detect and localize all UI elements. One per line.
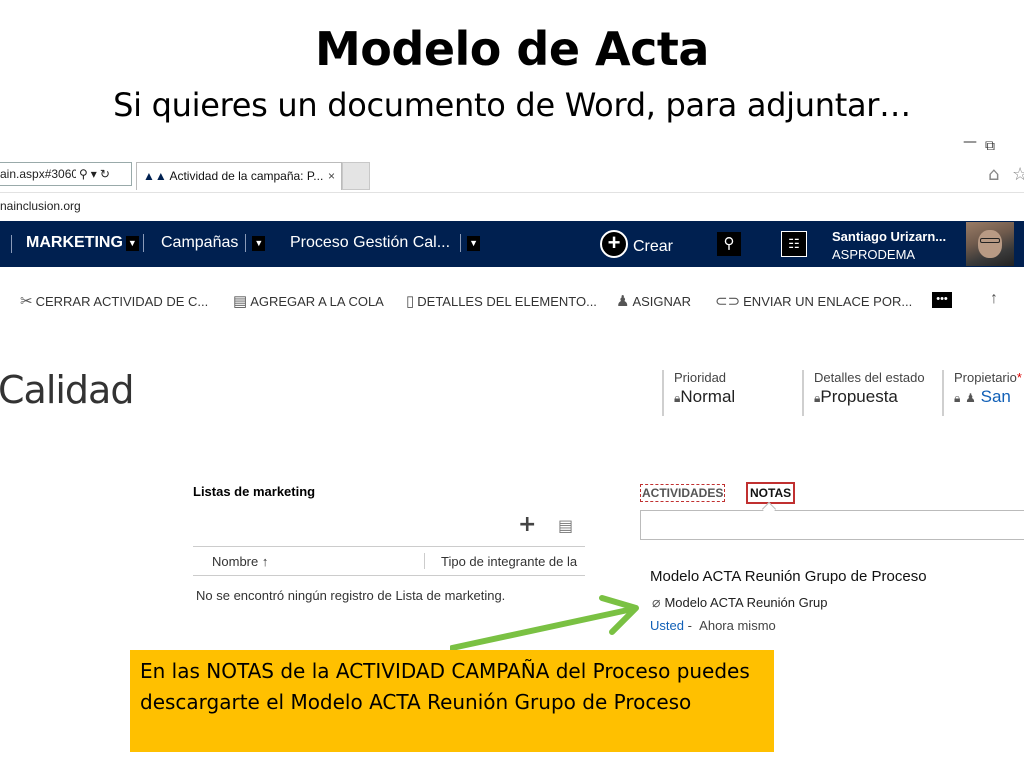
note-input[interactable] (640, 510, 1024, 540)
url-text: ain.aspx#30600 (0, 167, 76, 181)
slide-title: Modelo de Acta (315, 22, 709, 76)
nav-marketing-label: MARKETING (26, 234, 123, 252)
cmd-label: AGREGAR A LA COLA (250, 294, 384, 309)
note-title: Modelo ACTA Reunión Grupo de Proceso (650, 568, 927, 585)
avatar-glasses (980, 238, 1000, 243)
nav-campanas-label: Campañas (161, 234, 239, 252)
arrow-up-icon[interactable]: ↑ (990, 290, 998, 308)
field-label: Propietario (954, 370, 1017, 385)
column-tipo-integrante[interactable]: Tipo de integrante de la (441, 554, 585, 569)
field-label: Prioridad (674, 370, 727, 385)
cmd-label: ASIGNAR (632, 294, 691, 309)
nav-divider (245, 234, 247, 252)
header-field-detalles-estado[interactable]: Detalles del estado 🔒︎Propuesta (802, 370, 925, 416)
favorites-bar: nainclusion.org (0, 192, 1024, 220)
required-mark: * (1016, 370, 1022, 385)
nav-campanas[interactable]: Campañas ▼ (161, 234, 266, 252)
search-icon[interactable]: ⚲ (79, 167, 88, 181)
user-organization: ASPRODEMA (832, 247, 916, 262)
header-field-prioridad[interactable]: Prioridad 🔒︎Normal (662, 370, 735, 416)
chevron-down-icon[interactable]: ▾ (91, 167, 97, 181)
crear-button[interactable]: Crear (633, 238, 673, 256)
attachment-name[interactable]: Modelo ACTA Reunión Grup (664, 595, 827, 610)
favorites-text[interactable]: nainclusion.org (0, 199, 81, 213)
nav-proceso-label: Proceso Gestión Cal... (290, 234, 451, 252)
nav-divider (142, 234, 144, 252)
dynamics-logo-icon: ▲▲ (143, 169, 167, 183)
callout-note: En las NOTAS de la ACTIVIDAD CAMPAÑA del… (130, 650, 774, 752)
chevron-down-icon[interactable]: ▼ (467, 235, 481, 251)
cmd-label: ENVIAR UN ENLACE POR... (743, 294, 913, 309)
search-icon[interactable]: ⚲ (717, 232, 741, 256)
record-title: Calidad (0, 368, 134, 412)
user-icon: ♟ (965, 391, 976, 405)
cmd-detalles-elemento[interactable]: ▯ DETALLES DEL ELEMENTO... (406, 292, 597, 310)
nav-proceso[interactable]: Proceso Gestión Cal... ▼ (290, 234, 481, 252)
avatar-face (978, 230, 1002, 258)
cmd-asignar[interactable]: ♟ ASIGNAR (616, 292, 691, 310)
document-icon: ▯ (406, 293, 415, 310)
address-bar[interactable]: ain.aspx#30600⚲▾↻ (0, 162, 132, 186)
cmd-agregar-cola[interactable]: ▤ AGREGAR A LA COLA (233, 292, 384, 310)
note-time: Ahora mismo (699, 618, 776, 633)
tab-notas[interactable]: NOTAS (746, 482, 796, 504)
add-icon[interactable]: + (518, 512, 536, 537)
chevron-down-icon[interactable]: ▼ (252, 235, 266, 251)
avatar[interactable] (966, 222, 1014, 266)
meta-separator: - (687, 618, 692, 633)
column-divider[interactable] (424, 553, 425, 569)
field-value: Propuesta (820, 387, 898, 406)
nav-divider (11, 235, 12, 253)
window-controls: — ⧉ (960, 134, 1000, 154)
field-value: Normal (680, 387, 736, 406)
link-icon: ⊂⊃ (715, 293, 741, 310)
tab-title: Actividad de la campaña: P... (169, 169, 324, 183)
browser-bar: ain.aspx#30600⚲▾↻ ▲▲ Actividad de la cam… (0, 160, 1024, 190)
cmd-label: CERRAR ACTIVIDAD DE C... (35, 294, 209, 309)
header-field-propietario[interactable]: Propietario* 🔒︎ ♟ San (942, 370, 1022, 416)
grid-view-icon[interactable]: ▤ (558, 516, 573, 535)
new-tab-button[interactable] (342, 162, 370, 190)
nav-divider (460, 234, 462, 252)
slide-subtitle: Si quieres un documento de Word, para ad… (113, 86, 911, 124)
cmd-enviar-enlace[interactable]: ⊂⊃ ENVIAR UN ENLACE POR... (715, 292, 912, 310)
chevron-down-icon[interactable]: ▼ (125, 235, 139, 251)
field-label: Detalles del estado (814, 370, 925, 385)
user-name[interactable]: Santiago Urizarn... (832, 229, 946, 244)
minimize-button[interactable]: — (960, 134, 980, 150)
close-tab-icon[interactable]: × (328, 169, 335, 183)
restore-button[interactable]: ⧉ (980, 138, 1000, 154)
star-icon[interactable]: ☆ (1012, 164, 1024, 185)
marketing-lists-title: Listas de marketing (193, 484, 316, 499)
cmd-label: DETALLES DEL ELEMENTO... (417, 294, 597, 309)
nav-marketing[interactable]: MARKETING ▼ (26, 234, 144, 252)
field-value[interactable]: San (981, 387, 1011, 406)
browser-tab[interactable]: ▲▲ Actividad de la campaña: P... × (136, 162, 342, 190)
note-meta: Usted - Ahora mismo (650, 618, 776, 633)
paperclip-icon: ⌀ (652, 594, 661, 610)
crm-nav-bar: MARKETING ▼ Campañas ▼ Proceso Gestión Cal… (0, 221, 1024, 267)
advanced-find-icon[interactable]: ☷ (781, 231, 807, 257)
close-activity-icon: ✂ (20, 293, 33, 310)
refresh-icon[interactable]: ↻ (100, 167, 110, 181)
home-icon[interactable]: ⌂ (988, 164, 999, 185)
queue-icon: ▤ (233, 293, 248, 310)
cmd-cerrar-actividad[interactable]: ✂ CERRAR ACTIVIDAD DE C... (20, 292, 208, 310)
tab-actividades[interactable]: ACTIVIDADES (640, 484, 726, 502)
assign-icon: ♟ (616, 293, 630, 310)
column-nombre[interactable]: Nombre ↑ (212, 554, 268, 569)
command-bar: ✂ CERRAR ACTIVIDAD DE C... ▤ AGREGAR A LA … (0, 288, 1024, 314)
marketing-lists-header: Nombre ↑ Tipo de integrante de la (193, 546, 585, 576)
plus-circle-icon[interactable]: + (600, 230, 628, 258)
note-author[interactable]: Usted (650, 618, 684, 633)
note-attachment[interactable]: ⌀ Modelo ACTA Reunión Grup (652, 594, 828, 611)
lock-icon: 🔒︎ (954, 391, 961, 405)
more-commands-icon[interactable]: ••• (932, 292, 952, 308)
